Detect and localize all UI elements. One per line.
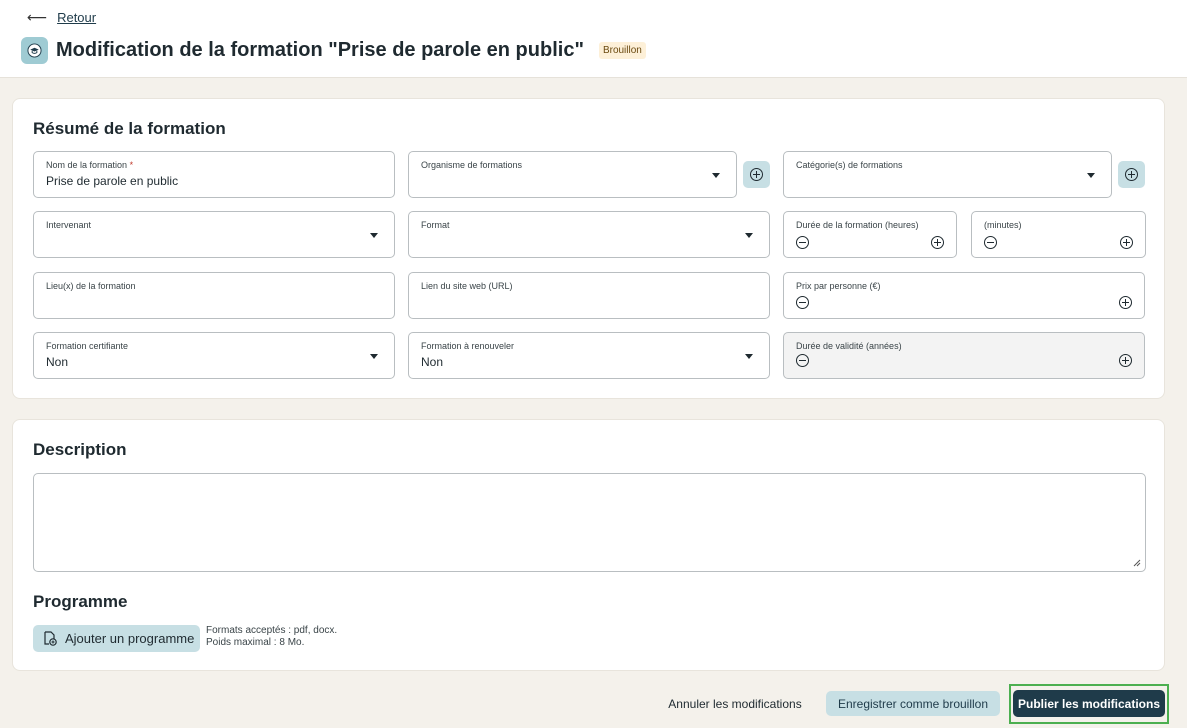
- certifying-select[interactable]: Formation certifiante Non: [33, 332, 395, 379]
- decrement-minutes-icon[interactable]: [984, 236, 997, 249]
- renewable-select[interactable]: Formation à renouveler Non: [408, 332, 770, 379]
- page-header: ⟵ Retour Modification de la formation "P…: [0, 0, 1187, 78]
- chevron-down-icon: [712, 173, 720, 178]
- increment-price-icon[interactable]: [1119, 296, 1132, 309]
- increment-hours-icon[interactable]: [931, 236, 944, 249]
- renewable-label: Formation à renouveler: [421, 341, 515, 351]
- renewable-value: Non: [421, 355, 444, 369]
- plus-circle-icon: [750, 168, 763, 181]
- format-label: Format: [421, 220, 450, 230]
- validity-label: Durée de validité (années): [796, 341, 902, 351]
- speaker-label: Intervenant: [46, 220, 92, 230]
- add-programme-label: Ajouter un programme: [65, 631, 195, 646]
- duration-minutes-stepper[interactable]: (minutes): [971, 211, 1146, 258]
- cancel-button[interactable]: Annuler les modifications: [660, 691, 810, 716]
- organism-select[interactable]: Organisme de formations: [408, 151, 737, 198]
- decrement-price-icon[interactable]: [796, 296, 809, 309]
- plus-circle-icon: [1125, 168, 1138, 181]
- description-title: Description: [33, 440, 127, 459]
- location-label: Lieu(x) de la formation: [46, 281, 136, 291]
- chevron-down-icon: [1087, 173, 1095, 178]
- add-programme-button[interactable]: Ajouter un programme: [33, 625, 200, 652]
- programme-hint: Formats acceptés : pdf, docx. Poids maxi…: [206, 625, 337, 649]
- training-name-field[interactable]: Nom de la formation * Prise de parole en…: [33, 151, 395, 198]
- decrement-hours-icon[interactable]: [796, 236, 809, 249]
- programme-title: Programme: [33, 592, 128, 611]
- programme-formats-hint: Formats acceptés : pdf, docx.: [206, 625, 338, 636]
- chevron-down-icon: [370, 233, 378, 238]
- graduation-cap-icon: [21, 37, 48, 64]
- website-field[interactable]: Lien du site web (URL): [408, 272, 770, 319]
- decrement-validity-icon[interactable]: [796, 354, 809, 367]
- categories-select[interactable]: Catégorie(s) de formations: [783, 151, 1112, 198]
- programme-size-hint: Poids maximal : 8 Mo.: [206, 637, 305, 648]
- save-draft-button[interactable]: Enregistrer comme brouillon: [826, 691, 1000, 716]
- duration-hours-stepper[interactable]: Durée de la formation (heures): [783, 211, 957, 258]
- price-label: Prix par personne (€): [796, 281, 881, 291]
- publish-button[interactable]: Publier les modifications: [1013, 690, 1165, 717]
- status-badge: Brouillon: [598, 42, 646, 59]
- training-name-label: Nom de la formation *: [46, 160, 134, 170]
- increment-validity-icon[interactable]: [1119, 354, 1132, 367]
- resize-handle-icon[interactable]: [1133, 559, 1141, 567]
- organism-label: Organisme de formations: [421, 160, 523, 170]
- chevron-down-icon: [745, 233, 753, 238]
- training-name-value[interactable]: Prise de parole en public: [46, 174, 178, 188]
- speaker-select[interactable]: Intervenant: [33, 211, 395, 258]
- title-row: Modification de la formation "Prise de p…: [21, 37, 646, 64]
- back-link[interactable]: ⟵ Retour: [27, 9, 96, 26]
- website-label: Lien du site web (URL): [421, 281, 513, 291]
- format-select[interactable]: Format: [408, 211, 770, 258]
- summary-title: Résumé de la formation: [33, 119, 226, 138]
- certifying-label: Formation certifiante: [46, 341, 129, 351]
- chevron-down-icon: [370, 354, 378, 359]
- location-field[interactable]: Lieu(x) de la formation: [33, 272, 395, 319]
- increment-minutes-icon[interactable]: [1120, 236, 1133, 249]
- price-stepper[interactable]: Prix par personne (€): [783, 272, 1145, 319]
- validity-stepper: Durée de validité (années): [783, 332, 1145, 379]
- description-textarea[interactable]: [33, 473, 1146, 572]
- summary-card: Résumé de la formation Nom de la formati…: [12, 98, 1165, 399]
- categories-label: Catégorie(s) de formations: [796, 160, 903, 170]
- add-organism-button[interactable]: [743, 161, 770, 188]
- duration-minutes-label: (minutes): [984, 220, 1022, 230]
- add-category-button[interactable]: [1118, 161, 1145, 188]
- file-add-icon: [44, 631, 57, 646]
- back-label[interactable]: Retour: [57, 10, 96, 25]
- chevron-down-icon: [745, 354, 753, 359]
- required-mark: *: [129, 160, 134, 170]
- duration-hours-label: Durée de la formation (heures): [796, 220, 919, 230]
- description-card: Description Programme Ajouter un program…: [12, 419, 1165, 671]
- arrow-left-icon: ⟵: [27, 9, 48, 25]
- certifying-value: Non: [46, 355, 69, 369]
- page-title: Modification de la formation "Prise de p…: [56, 39, 584, 61]
